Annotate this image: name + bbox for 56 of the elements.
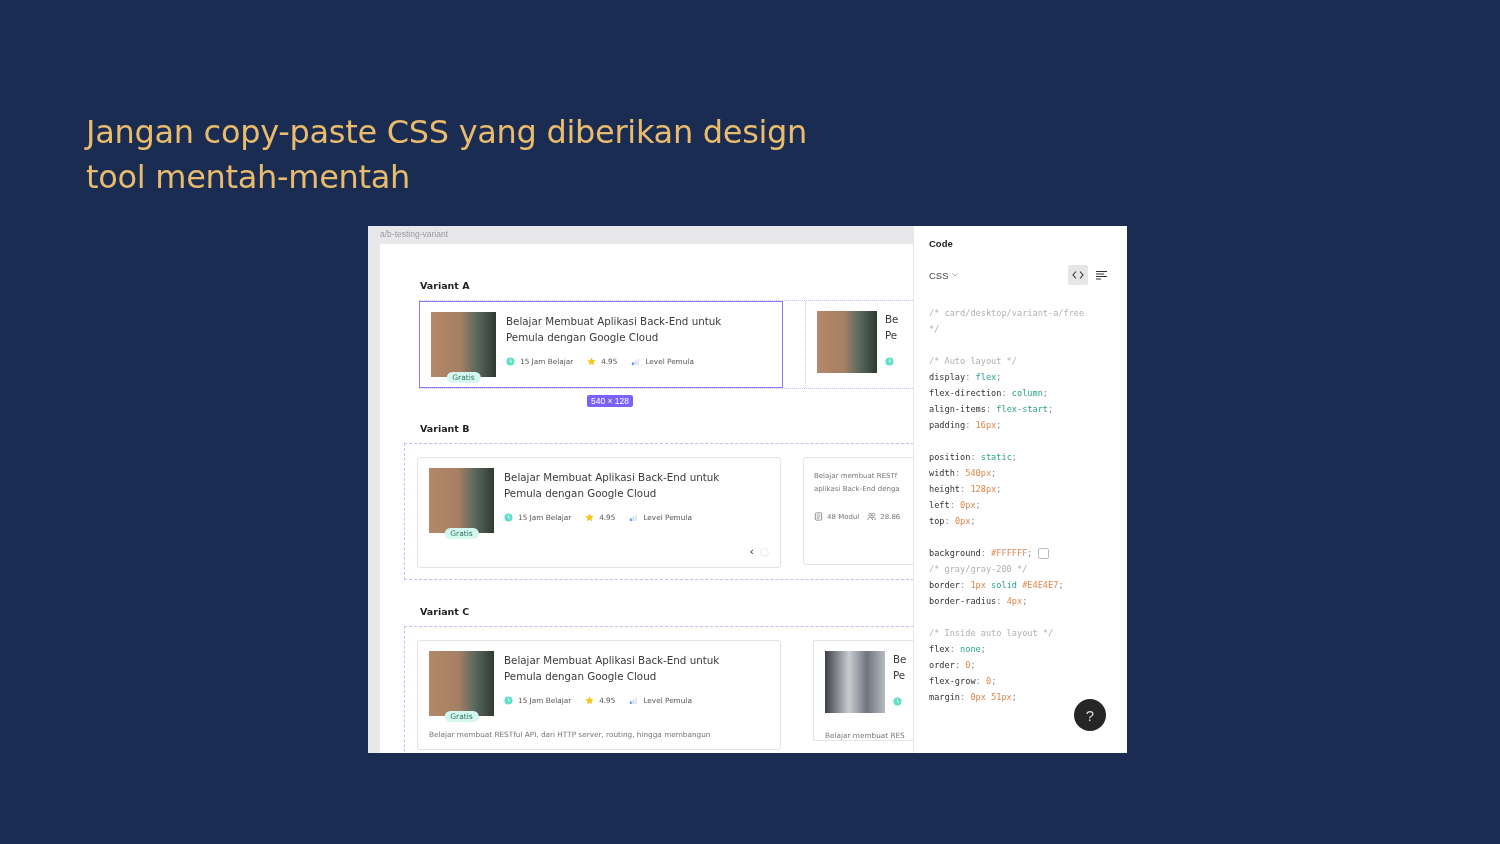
code-line: left: 0px;	[929, 499, 981, 512]
code-line: width: 540px;	[929, 467, 997, 480]
code-comment: /* Auto layout */	[929, 355, 1017, 368]
code-view-button[interactable]	[1068, 265, 1088, 285]
bars-icon	[631, 357, 641, 366]
variant-label: Variant C	[420, 606, 470, 617]
star-icon	[585, 513, 595, 522]
previous-button[interactable]: ‹	[749, 547, 754, 557]
chevron-down-icon	[951, 273, 958, 277]
code-comment: /* card/desktop/variant-a/free	[929, 307, 1085, 320]
code-line: padding: 16px;	[929, 419, 1002, 432]
course-title: Be	[885, 312, 899, 327]
photo-placeholder	[825, 651, 885, 713]
code-comment: /* Inside auto layout */	[929, 627, 1054, 640]
code-comment: /* gray/gray-200 */	[929, 563, 1028, 576]
document-icon	[814, 512, 823, 521]
code-line: flex-grow: 0;	[929, 675, 997, 688]
code-line: order: 0;	[929, 659, 976, 672]
code-line: border: 1px solid #E4E4E7;	[929, 579, 1064, 592]
star-icon	[587, 357, 597, 366]
code-brackets-icon	[1072, 270, 1084, 280]
code-line: position: static;	[929, 451, 1017, 464]
code-line: align-items: flex-start;	[929, 403, 1054, 416]
slide-title: Jangan copy-paste CSS yang diberikan design tool mentah-mentah	[86, 112, 809, 198]
panel-title: Code	[929, 238, 953, 249]
code-line: flex: none;	[929, 643, 986, 656]
variant-label: Variant A	[420, 280, 470, 291]
size-label: 540 × 128	[587, 395, 634, 407]
course-title: Belajar Membuat Aplikasi Back-End untuk Pemula dengan Google Cloud	[506, 314, 723, 345]
code-line: background: #FFFFFF;	[929, 547, 1033, 560]
photo-placeholder	[817, 311, 877, 373]
clock-icon	[893, 697, 902, 706]
lines-icon	[1095, 270, 1107, 280]
people-icon	[867, 512, 877, 521]
clock-icon	[885, 357, 894, 366]
course-title: Pe	[885, 328, 899, 343]
code-line: display: flex;	[929, 371, 1002, 384]
clock-icon	[504, 513, 513, 522]
code-line: height: 128px;	[929, 483, 1002, 496]
code-line: border-radius: 4px;	[929, 595, 1028, 608]
course-title: Be	[893, 652, 907, 667]
course-title: Belajar Membuat Aplikasi Back-End untuk Pemula dengan Google Cloud	[504, 470, 721, 501]
bars-icon	[629, 513, 639, 522]
clock-icon	[504, 696, 513, 705]
course-title: Belajar Membuat Aplikasi Back-End untuk Pemula dengan Google Cloud	[504, 653, 721, 684]
code-line: flex-direction: column;	[929, 387, 1049, 400]
clock-icon	[506, 357, 515, 366]
code-line: margin: 0px 51px;	[929, 691, 1017, 704]
variant-label: Variant B	[420, 423, 470, 434]
bars-icon	[629, 696, 639, 705]
help-button[interactable]: ?	[1074, 699, 1106, 731]
language-dropdown[interactable]: CSS	[929, 269, 958, 281]
star-icon	[585, 696, 595, 705]
code-comment: */	[929, 323, 940, 336]
code-line: top: 0px;	[929, 515, 976, 528]
course-title: Pe	[893, 668, 907, 683]
